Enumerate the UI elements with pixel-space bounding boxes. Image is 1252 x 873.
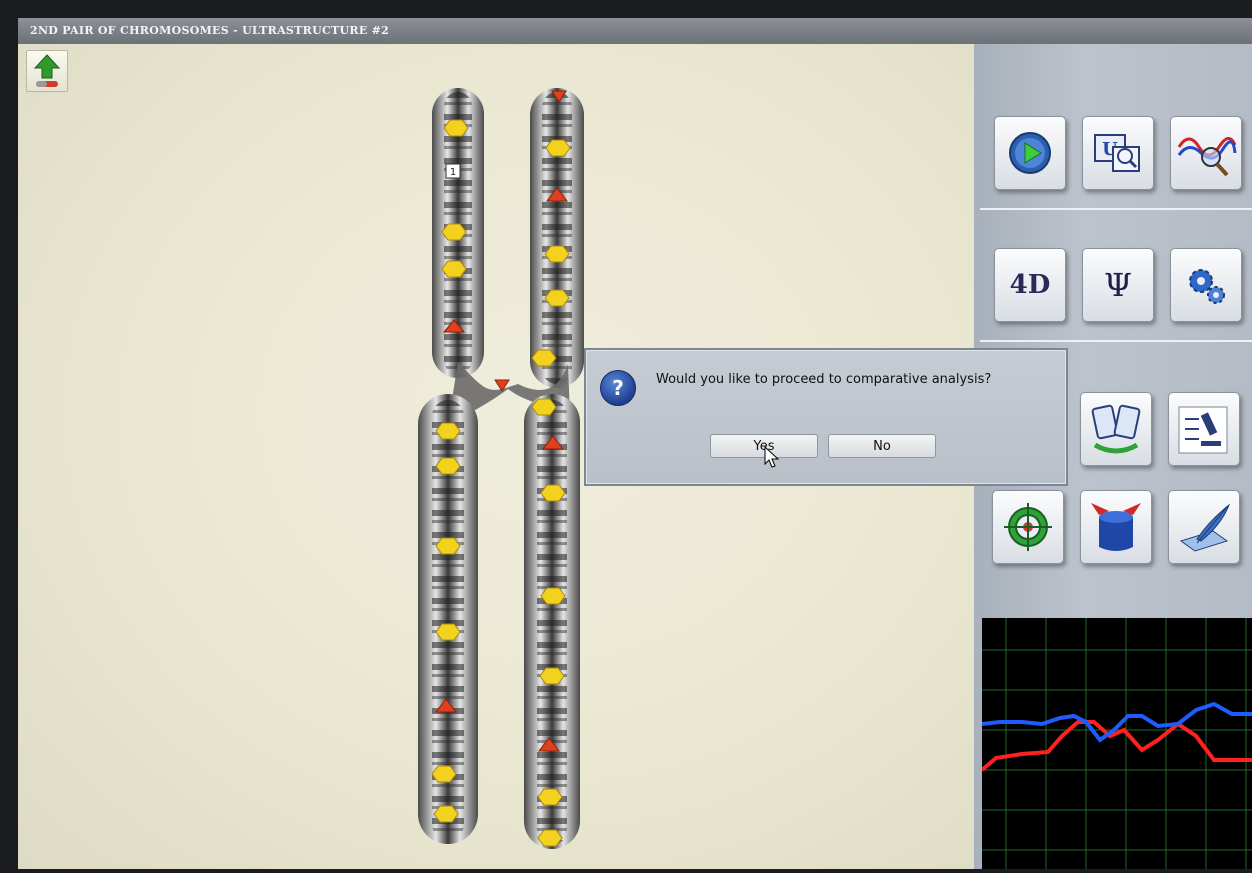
gears-icon (1189, 269, 1225, 304)
panel-divider (980, 208, 1252, 210)
title-bar: 2ND PAIR OF CHROMOSOMES - ULTRASTRUCTURE… (18, 18, 1252, 44)
question-icon: ? (600, 370, 636, 406)
window-title: 2ND PAIR OF CHROMOSOMES - ULTRASTRUCTURE… (30, 24, 390, 37)
4d-label: 4D (1009, 270, 1051, 300)
panel-divider (980, 340, 1252, 342)
bookmarks-icon (1091, 404, 1141, 454)
signal-graph-svg (980, 618, 1252, 869)
target-icon (1004, 503, 1052, 551)
signal-graph (980, 618, 1252, 869)
wave-search-icon (1177, 137, 1237, 177)
microscope-checklist-button[interactable] (1168, 392, 1240, 466)
no-button[interactable]: No (828, 434, 936, 458)
microscope-checklist-icon (1178, 406, 1228, 454)
chromosome-markers[interactable]: 1 (18, 44, 571, 847)
settings-button[interactable] (1170, 248, 1242, 322)
dialog-message: Would you like to proceed to comparative… (656, 372, 992, 387)
play-icon (1009, 132, 1051, 174)
psi-label: Ψ (1103, 266, 1133, 304)
marker-label: 1 (450, 167, 456, 178)
wave-search-button[interactable] (1170, 116, 1242, 190)
magnifier-compare-button[interactable]: U (1082, 116, 1154, 190)
target-button[interactable] (992, 490, 1064, 564)
bookmarks-button[interactable] (1080, 392, 1152, 466)
feather-pen-icon (1179, 503, 1231, 552)
4d-button[interactable]: 4D (994, 248, 1066, 322)
psi-button[interactable]: Ψ (1082, 248, 1154, 322)
feather-pen-button[interactable] (1168, 490, 1240, 564)
magnifier-compare-icon: U (1094, 134, 1140, 172)
play-button[interactable] (994, 116, 1066, 190)
mouse-cursor-icon (764, 446, 780, 468)
confirm-dialog: ? Would you like to proceed to comparati… (584, 348, 1068, 486)
cylinder-button[interactable] (1080, 490, 1152, 564)
cylinder-icon (1091, 503, 1141, 551)
